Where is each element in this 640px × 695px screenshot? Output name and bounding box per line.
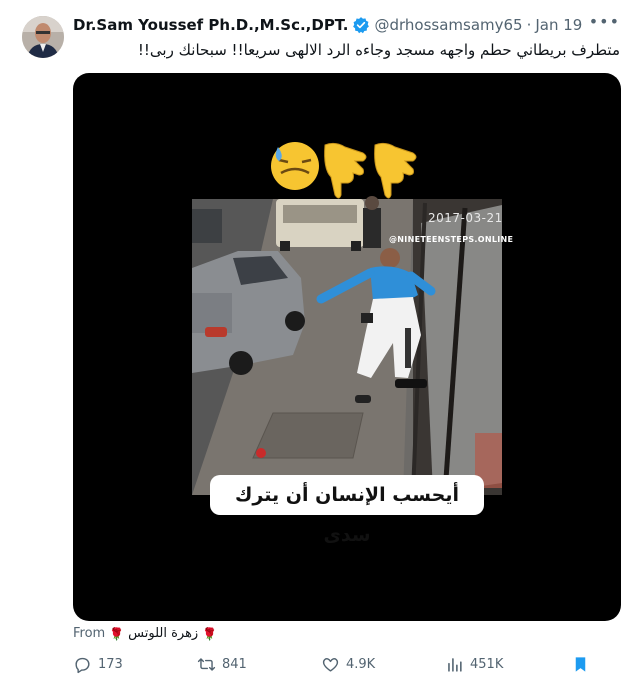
- tweet-header: Dr.Sam Youssef Ph.D.,M.Sc.,DPT. @drhossa…: [73, 12, 620, 36]
- rose-icon: 🌹: [109, 626, 125, 641]
- repost-icon: [197, 658, 216, 671]
- avatar-image: [22, 16, 64, 58]
- reply-button[interactable]: 173: [73, 655, 123, 674]
- reply-icon: [75, 657, 90, 674]
- like-count: 4.9K: [346, 657, 376, 672]
- video-watermark: @NINETEENSTEPS.ONLINE: [389, 235, 514, 244]
- avatar[interactable]: [22, 16, 64, 58]
- repost-button[interactable]: 841: [197, 655, 247, 674]
- verified-badge-icon: [352, 16, 370, 34]
- analytics-icon: [448, 658, 462, 672]
- view-count: 451K: [470, 657, 504, 672]
- pointing-down-icon: [374, 142, 417, 199]
- rose-icon: 🌹: [202, 626, 218, 641]
- tweet[interactable]: Dr.Sam Youssef Ph.D.,M.Sc.,DPT. @drhossa…: [0, 0, 640, 695]
- source-attribution: From 🌹 زهرة اللوتس 🌹: [73, 626, 217, 641]
- source-name[interactable]: زهرة اللوتس: [128, 626, 198, 641]
- video-timestamp-overlay: 2017-03-21: [428, 211, 503, 225]
- views-button[interactable]: 451K: [445, 655, 503, 674]
- more-options-icon[interactable]: •••: [589, 12, 620, 31]
- user-handle[interactable]: @drhossamsamy65: [374, 16, 522, 34]
- like-button[interactable]: 4.9K: [321, 655, 375, 674]
- tweet-date[interactable]: Jan 19: [535, 16, 582, 34]
- video-caption: أيحسب الإنسان أن يترك سدى: [210, 475, 484, 546]
- repost-count: 841: [222, 657, 247, 672]
- reply-count: 173: [98, 657, 123, 672]
- display-name[interactable]: Dr.Sam Youssef Ph.D.,M.Sc.,DPT.: [73, 16, 348, 34]
- tweet-text: متطرف بريطاني حطم واجهه مسجد وجاءه الرد …: [137, 41, 620, 59]
- from-label: From: [73, 626, 106, 641]
- pointing-down-icon: [324, 142, 367, 199]
- emoji-sad-icon: [271, 142, 319, 190]
- media-video[interactable]: 2017-03-21 @NINETEENSTEPS.ONLINE أيحسب ا…: [73, 73, 621, 621]
- action-bar: 173 841 4.9K 451K: [73, 655, 621, 679]
- heart-icon: [322, 658, 339, 672]
- separator-dot: ·: [526, 16, 532, 34]
- bookmark-button[interactable]: [571, 655, 590, 674]
- bookmark-icon: [575, 657, 586, 672]
